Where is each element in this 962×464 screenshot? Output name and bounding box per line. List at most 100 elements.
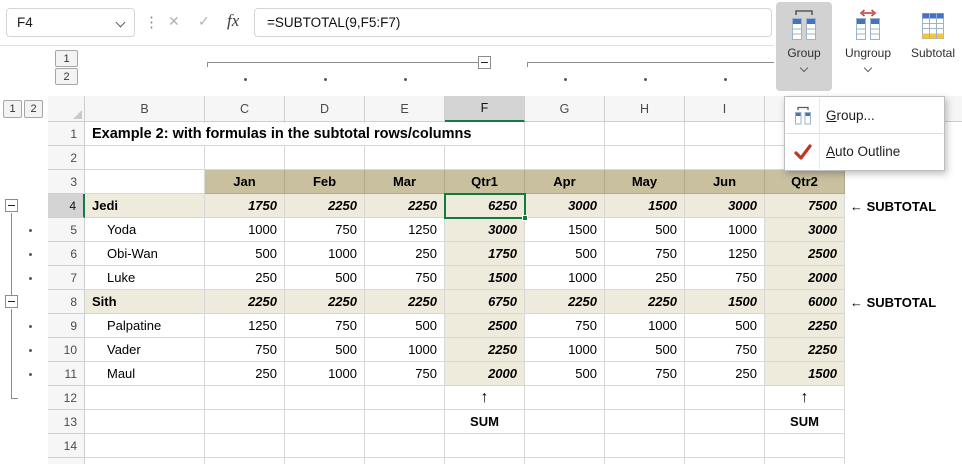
cell-G5[interactable]: 1500 — [525, 218, 605, 242]
cell-D11[interactable]: 1000 — [285, 362, 365, 386]
cell-I7[interactable]: 750 — [685, 266, 765, 290]
row-header-15[interactable]: 15 — [48, 458, 85, 464]
cell-E2[interactable] — [365, 146, 445, 170]
cell-F9[interactable]: 2500 — [445, 314, 525, 338]
row-header-6[interactable]: 6 — [48, 242, 85, 266]
cell-D3[interactable]: Feb — [285, 170, 365, 194]
cell-J4[interactable]: 7500 — [765, 194, 845, 218]
cell-G6[interactable]: 500 — [525, 242, 605, 266]
group-button[interactable]: Group — [776, 2, 832, 91]
column-outline-level-2[interactable]: 2 — [55, 68, 78, 85]
chevron-down-icon[interactable] — [799, 63, 809, 73]
cell-H6[interactable]: 750 — [605, 242, 685, 266]
cell-H1[interactable] — [605, 122, 685, 146]
row-header-4[interactable]: 4 — [48, 194, 85, 218]
cell-F2[interactable] — [445, 146, 525, 170]
cell-J12[interactable]: ↑ — [765, 386, 845, 410]
cell-J11[interactable]: 1500 — [765, 362, 845, 386]
column-header-F[interactable]: F — [445, 96, 525, 122]
cell-H7[interactable]: 250 — [605, 266, 685, 290]
cell-J3[interactable]: Qtr2 — [765, 170, 845, 194]
cell-F5[interactable]: 3000 — [445, 218, 525, 242]
cell-G11[interactable]: 500 — [525, 362, 605, 386]
column-header-D[interactable]: D — [285, 96, 365, 122]
cell-F13[interactable]: SUM — [445, 410, 525, 434]
cell-F11[interactable]: 2000 — [445, 362, 525, 386]
cell-J14[interactable] — [765, 434, 845, 458]
cell-C5[interactable]: 1000 — [205, 218, 285, 242]
cell-B2[interactable] — [85, 146, 205, 170]
cell-J15[interactable] — [765, 458, 845, 464]
cell-C9[interactable]: 1250 — [205, 314, 285, 338]
cell-I13[interactable] — [685, 410, 765, 434]
cell-I8[interactable]: 1500 — [685, 290, 765, 314]
select-all-button[interactable] — [48, 96, 85, 122]
column-header-B[interactable]: B — [85, 96, 205, 122]
column-outline-level-1[interactable]: 1 — [55, 50, 78, 67]
cell-F14[interactable] — [445, 434, 525, 458]
menu-item-auto-outline[interactable]: Auto Outline — [785, 134, 944, 169]
ungroup-button[interactable]: Ungroup — [834, 2, 902, 91]
cell-B15[interactable] — [85, 458, 205, 464]
cell-J10[interactable]: 2250 — [765, 338, 845, 362]
cell-G7[interactable]: 1000 — [525, 266, 605, 290]
column-header-E[interactable]: E — [365, 96, 445, 122]
cell-B9[interactable]: Palpatine — [85, 314, 205, 338]
cell-C13[interactable] — [205, 410, 285, 434]
cell-H9[interactable]: 1000 — [605, 314, 685, 338]
cell-F15[interactable] — [445, 458, 525, 464]
cell-J5[interactable]: 3000 — [765, 218, 845, 242]
cell-B13[interactable] — [85, 410, 205, 434]
cell-E11[interactable]: 750 — [365, 362, 445, 386]
row-outline-level-1[interactable]: 1 — [3, 100, 22, 118]
row-header-2[interactable]: 2 — [48, 146, 85, 170]
collapse-button-row-4[interactable] — [5, 199, 18, 212]
cell-H4[interactable]: 1500 — [605, 194, 685, 218]
cell-D10[interactable]: 500 — [285, 338, 365, 362]
cell-G13[interactable] — [525, 410, 605, 434]
row-header-3[interactable]: 3 — [48, 170, 85, 194]
cell-C7[interactable]: 250 — [205, 266, 285, 290]
row-header-8[interactable]: 8 — [48, 290, 85, 314]
cell-G2[interactable] — [525, 146, 605, 170]
cell-G10[interactable]: 1000 — [525, 338, 605, 362]
cell-E3[interactable]: Mar — [365, 170, 445, 194]
cell-J8[interactable]: 6000 — [765, 290, 845, 314]
cell-E15[interactable] — [365, 458, 445, 464]
cell-D9[interactable]: 750 — [285, 314, 365, 338]
cell-I11[interactable]: 250 — [685, 362, 765, 386]
cell-H13[interactable] — [605, 410, 685, 434]
row-header-5[interactable]: 5 — [48, 218, 85, 242]
cell-J6[interactable]: 2500 — [765, 242, 845, 266]
cell-G8[interactable]: 2250 — [525, 290, 605, 314]
cell-B6[interactable]: Obi-Wan — [85, 242, 205, 266]
cell-F10[interactable]: 2250 — [445, 338, 525, 362]
cell-E12[interactable] — [365, 386, 445, 410]
cell-F7[interactable]: 1500 — [445, 266, 525, 290]
cell-H8[interactable]: 2250 — [605, 290, 685, 314]
cell-H11[interactable]: 750 — [605, 362, 685, 386]
cell-C10[interactable]: 750 — [205, 338, 285, 362]
sheet-title[interactable]: Example 2: with formulas in the subtotal… — [86, 123, 482, 145]
cell-B11[interactable]: Maul — [85, 362, 205, 386]
cell-H12[interactable] — [605, 386, 685, 410]
cell-F8[interactable]: 6750 — [445, 290, 525, 314]
cell-C15[interactable] — [205, 458, 285, 464]
cell-B12[interactable] — [85, 386, 205, 410]
column-header-H[interactable]: H — [605, 96, 685, 122]
cell-C2[interactable] — [205, 146, 285, 170]
menu-item-group[interactable]: Group... — [785, 98, 944, 133]
cell-B3[interactable] — [85, 170, 205, 194]
cell-H10[interactable]: 500 — [605, 338, 685, 362]
cell-B8[interactable]: Sith — [85, 290, 205, 314]
cell-D14[interactable] — [285, 434, 365, 458]
cell-E4[interactable]: 2250 — [365, 194, 445, 218]
cell-C4[interactable]: 1750 — [205, 194, 285, 218]
cell-G3[interactable]: Apr — [525, 170, 605, 194]
cell-E6[interactable]: 250 — [365, 242, 445, 266]
cell-D6[interactable]: 1000 — [285, 242, 365, 266]
cell-H3[interactable]: May — [605, 170, 685, 194]
cell-B7[interactable]: Luke — [85, 266, 205, 290]
column-header-C[interactable]: C — [205, 96, 285, 122]
row-header-1[interactable]: 1 — [48, 122, 85, 146]
